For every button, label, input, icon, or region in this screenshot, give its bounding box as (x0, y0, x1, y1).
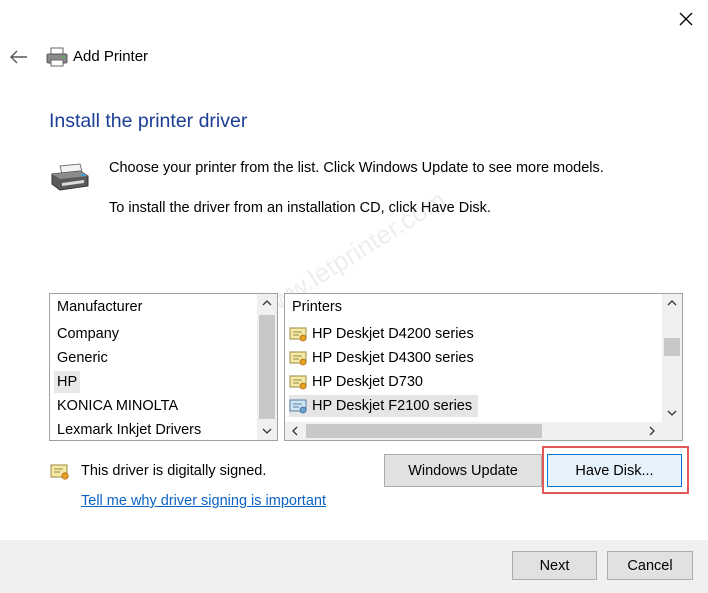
page-title: Install the printer driver (49, 110, 248, 132)
list-item[interactable]: Company (57, 323, 119, 345)
printer-name: HP Deskjet D4200 series (312, 326, 474, 342)
cancel-button[interactable]: Cancel (607, 551, 693, 580)
list-item[interactable]: Generic (57, 347, 108, 369)
list-item-selected[interactable]: HP Deskjet F2100 series (289, 395, 479, 417)
chevron-up-icon (667, 300, 677, 306)
scroll-thumb[interactable] (306, 424, 542, 438)
have-disk-button[interactable]: Have Disk... (547, 454, 682, 487)
close-button[interactable] (668, 3, 704, 35)
scroll-right-button[interactable] (642, 422, 662, 440)
list-item[interactable]: HP Deskjet D4300 series (289, 347, 480, 369)
horizontal-scrollbar[interactable] (285, 422, 662, 440)
certificate-icon (289, 399, 307, 413)
scroll-thumb[interactable] (259, 315, 275, 419)
printer-icon (46, 47, 68, 67)
vertical-scrollbar[interactable] (257, 294, 277, 440)
certificate-icon (289, 351, 307, 365)
printer-list[interactable]: Printers HP Deskjet D4200 series HP Desk… (284, 293, 683, 441)
scroll-left-button[interactable] (285, 422, 305, 440)
scroll-down-button[interactable] (662, 404, 682, 422)
windows-update-button[interactable]: Windows Update (384, 454, 542, 487)
back-button[interactable] (6, 44, 32, 70)
back-arrow-icon (10, 50, 27, 64)
scroll-up-button[interactable] (662, 294, 682, 312)
chevron-down-icon (667, 410, 677, 416)
list-item[interactable]: KONICA MINOLTA (57, 395, 178, 417)
printer-icon (51, 163, 89, 191)
chevron-down-icon (262, 428, 272, 434)
scroll-thumb[interactable] (664, 338, 680, 356)
chevron-left-icon (292, 426, 298, 436)
list-item[interactable]: HP Deskjet D730 (289, 371, 429, 393)
close-icon (679, 12, 693, 26)
footer-bar (0, 540, 708, 593)
manufacturer-list-header: Manufacturer (57, 299, 143, 315)
list-item[interactable]: Lexmark Inkjet Drivers (57, 419, 201, 440)
chevron-right-icon (649, 426, 655, 436)
scroll-down-button[interactable] (257, 422, 277, 440)
chevron-up-icon (262, 300, 272, 306)
printer-list-header: Printers (292, 299, 342, 315)
printer-name: HP Deskjet F2100 series (312, 398, 473, 414)
printer-name: HP Deskjet D730 (312, 374, 423, 390)
certificate-icon (50, 464, 69, 480)
instruction-text: To install the driver from an installati… (109, 200, 491, 216)
list-item-selected[interactable]: HP (54, 371, 81, 393)
next-button[interactable]: Next (512, 551, 597, 580)
printer-name: HP Deskjet D4300 series (312, 350, 474, 366)
vertical-scrollbar[interactable] (662, 294, 682, 422)
scroll-up-button[interactable] (257, 294, 277, 312)
manufacturer-list[interactable]: Manufacturer Company Generic HP KONICA M… (49, 293, 278, 441)
list-item[interactable]: HP Deskjet D4200 series (289, 323, 480, 345)
signed-status: This driver is digitally signed. (81, 463, 267, 479)
instruction-text: Choose your printer from the list. Click… (109, 160, 604, 176)
certificate-icon (289, 327, 307, 341)
driver-signing-link[interactable]: Tell me why driver signing is important (81, 493, 326, 509)
window-title: Add Printer (73, 48, 149, 65)
scroll-corner (662, 422, 682, 440)
certificate-icon (289, 375, 307, 389)
